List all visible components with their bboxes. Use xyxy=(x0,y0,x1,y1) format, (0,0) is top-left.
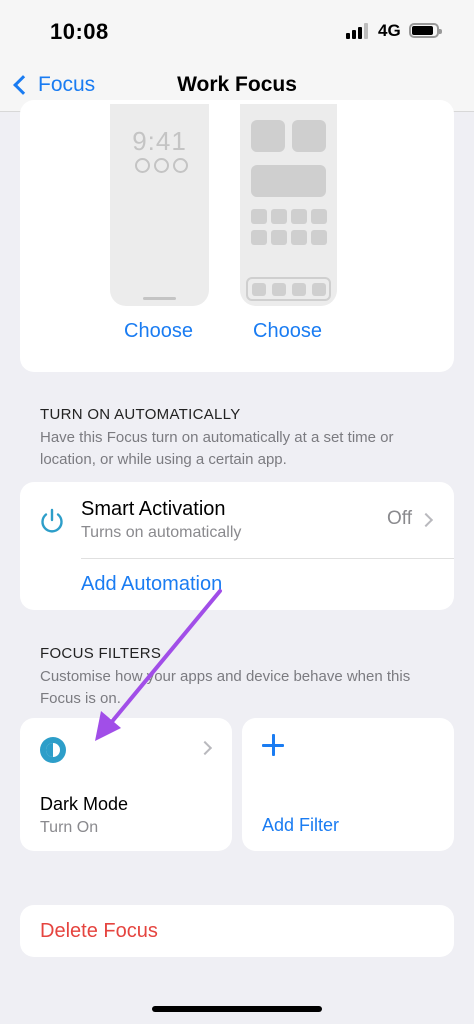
filter-title: Dark Mode xyxy=(40,794,129,814)
add-automation-button[interactable]: Add Automation xyxy=(81,573,222,596)
delete-focus-button[interactable]: Delete Focus xyxy=(20,905,454,957)
smart-activation-subtitle: Turns on automatically xyxy=(81,524,242,541)
home-indicator xyxy=(152,1006,322,1012)
choose-lock-screen-button[interactable]: Choose xyxy=(124,320,193,343)
add-filter-card[interactable]: Add Filter xyxy=(242,718,454,851)
delete-focus-label: Delete Focus xyxy=(40,920,158,942)
dark-mode-filter-card[interactable]: Dark Mode Turn On xyxy=(20,718,232,851)
status-bar: 10:08 4G xyxy=(0,0,474,62)
lock-screen-preview[interactable]: 9:41 xyxy=(110,104,209,306)
choose-home-screen-button[interactable]: Choose xyxy=(253,320,322,343)
power-icon xyxy=(41,508,63,533)
home-screen-preview[interactable] xyxy=(240,104,337,306)
turn-on-automatically-header: TURN ON AUTOMATICALLY xyxy=(40,406,241,423)
divider xyxy=(81,558,454,559)
customize-screens-card: 9:41 Choose Choose xyxy=(20,100,454,372)
chevron-right-icon[interactable] xyxy=(418,512,434,528)
chevron-right-icon xyxy=(197,740,213,756)
add-filter-label: Add Filter xyxy=(262,815,340,835)
lock-screen-time: 9:41 xyxy=(132,126,187,156)
dark-mode-icon xyxy=(40,737,66,763)
smart-activation-title[interactable]: Smart Activation xyxy=(81,498,226,521)
lock-screen-widgets xyxy=(135,158,188,173)
turn-on-automatically-description: Have this Focus turn on automatically at… xyxy=(40,429,394,468)
focus-filters-description: Customise how your apps and device behav… xyxy=(40,668,411,707)
automation-card: Smart Activation Turns on automatically … xyxy=(20,482,454,610)
status-time: 10:08 xyxy=(50,19,109,44)
network-type: 4G xyxy=(378,21,401,40)
focus-filters-header: FOCUS FILTERS xyxy=(40,645,162,662)
dock-preview xyxy=(246,277,331,301)
home-bar-preview xyxy=(143,297,176,300)
page-title: Work Focus xyxy=(177,73,297,96)
plus-icon xyxy=(262,734,284,756)
cellular-signal-icon xyxy=(346,23,372,39)
battery-icon xyxy=(409,23,442,38)
filter-subtitle: Turn On xyxy=(40,819,99,836)
smart-activation-value: Off xyxy=(387,508,412,529)
